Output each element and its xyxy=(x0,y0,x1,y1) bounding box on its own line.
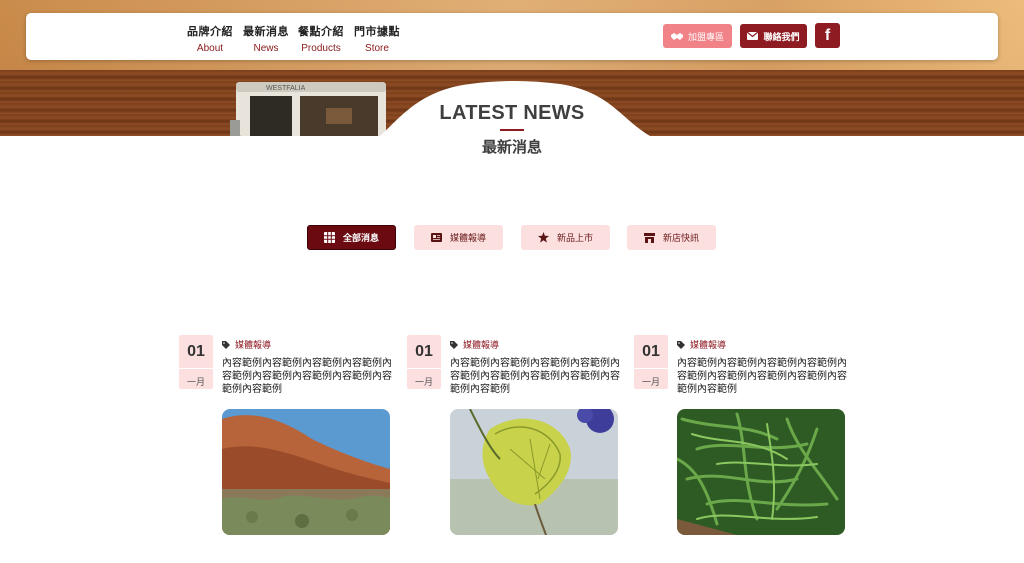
newspaper-icon xyxy=(430,233,442,242)
nav-label-zh: 門市據點 xyxy=(354,26,400,38)
tab-label: 全部消息 xyxy=(342,233,379,243)
join-franchise-label: 加盟專區 xyxy=(687,31,724,42)
tab-label: 媒體報導 xyxy=(449,233,486,243)
nav-item-products[interactable]: 餐點介紹 Products xyxy=(298,23,344,54)
handshake-icon xyxy=(670,32,683,40)
nav-item-about[interactable]: 品牌介紹 About xyxy=(187,23,233,54)
contact-us-button[interactable]: 聯絡我們 xyxy=(740,24,807,48)
contact-us-label: 聯絡我們 xyxy=(763,31,800,42)
news-category-label: 媒體報導 xyxy=(235,340,272,350)
news-month: 一月 xyxy=(641,377,660,387)
desert-rock-photo xyxy=(222,409,390,535)
tab-all-news[interactable]: 全部消息 xyxy=(307,225,396,250)
news-date: 01 一月 xyxy=(407,335,441,389)
news-excerpt[interactable]: 內容範例內容範例內容範例內容範例內容範例內容範例內容範例內容範例內容範例內容範例 xyxy=(222,357,394,396)
join-franchise-button[interactable]: 加盟專區 xyxy=(663,24,732,48)
news-image-desert[interactable] xyxy=(222,409,390,535)
tab-media-reports[interactable]: 媒體報導 xyxy=(414,225,503,250)
store-icon xyxy=(643,233,655,243)
tags-icon xyxy=(677,340,685,349)
top-navbar: 品牌介紹 About 最新消息 News 餐點介紹 Products 門市據點 … xyxy=(26,13,998,60)
news-day: 01 xyxy=(642,343,660,360)
tab-new-products[interactable]: 新品上市 xyxy=(521,225,610,250)
star-icon xyxy=(537,232,549,243)
news-category[interactable]: 媒體報導 xyxy=(450,338,499,351)
news-category-label: 媒體報導 xyxy=(463,340,500,350)
news-category-label: 媒體報導 xyxy=(690,340,727,350)
section-title-zh: 最新消息 xyxy=(481,139,542,156)
nav-label-en: News xyxy=(253,43,279,54)
green-beans-photo xyxy=(677,409,845,535)
tab-label: 新品上市 xyxy=(556,233,593,243)
date-divider xyxy=(634,368,668,369)
nav-label-zh: 品牌介紹 xyxy=(187,26,233,38)
date-divider xyxy=(407,368,441,369)
news-date: 01 一月 xyxy=(634,335,668,389)
news-day: 01 xyxy=(187,343,205,360)
nav-label-en: Products xyxy=(301,43,341,54)
nav-label-en: Store xyxy=(365,43,389,54)
title-underline xyxy=(500,129,524,131)
news-day: 01 xyxy=(415,343,433,360)
nav-label-en: About xyxy=(196,43,224,54)
tags-icon xyxy=(450,340,458,349)
leaf-photo xyxy=(450,409,618,535)
tab-label: 新店快訊 xyxy=(662,233,699,243)
news-category[interactable]: 媒體報導 xyxy=(677,338,726,351)
news-excerpt[interactable]: 內容範例內容範例內容範例內容範例內容範例內容範例內容範例內容範例內容範例內容範例 xyxy=(450,357,622,396)
section-title-en: LATEST NEWS xyxy=(439,102,585,124)
news-month: 一月 xyxy=(414,377,433,387)
date-divider xyxy=(179,368,213,369)
nav-item-store[interactable]: 門市據點 Store xyxy=(354,23,400,54)
envelope-icon xyxy=(747,32,759,40)
nav-label-zh: 最新消息 xyxy=(243,26,289,38)
news-excerpt[interactable]: 內容範例內容範例內容範例內容範例內容範例內容範例內容範例內容範例內容範例內容範例 xyxy=(677,357,849,396)
tags-icon xyxy=(222,340,230,349)
news-image-leaf[interactable] xyxy=(450,409,618,535)
facebook-icon: f xyxy=(824,26,831,44)
nav-label-zh: 餐點介紹 xyxy=(298,26,344,38)
grid-icon xyxy=(323,232,335,243)
news-month: 一月 xyxy=(186,377,205,387)
news-category[interactable]: 媒體報導 xyxy=(222,338,271,351)
news-date: 01 一月 xyxy=(179,335,213,389)
news-image-beans[interactable] xyxy=(677,409,845,535)
facebook-button[interactable]: f xyxy=(815,23,840,48)
tab-new-stores[interactable]: 新店快訊 xyxy=(627,225,716,250)
nav-item-news[interactable]: 最新消息 News xyxy=(243,23,289,54)
